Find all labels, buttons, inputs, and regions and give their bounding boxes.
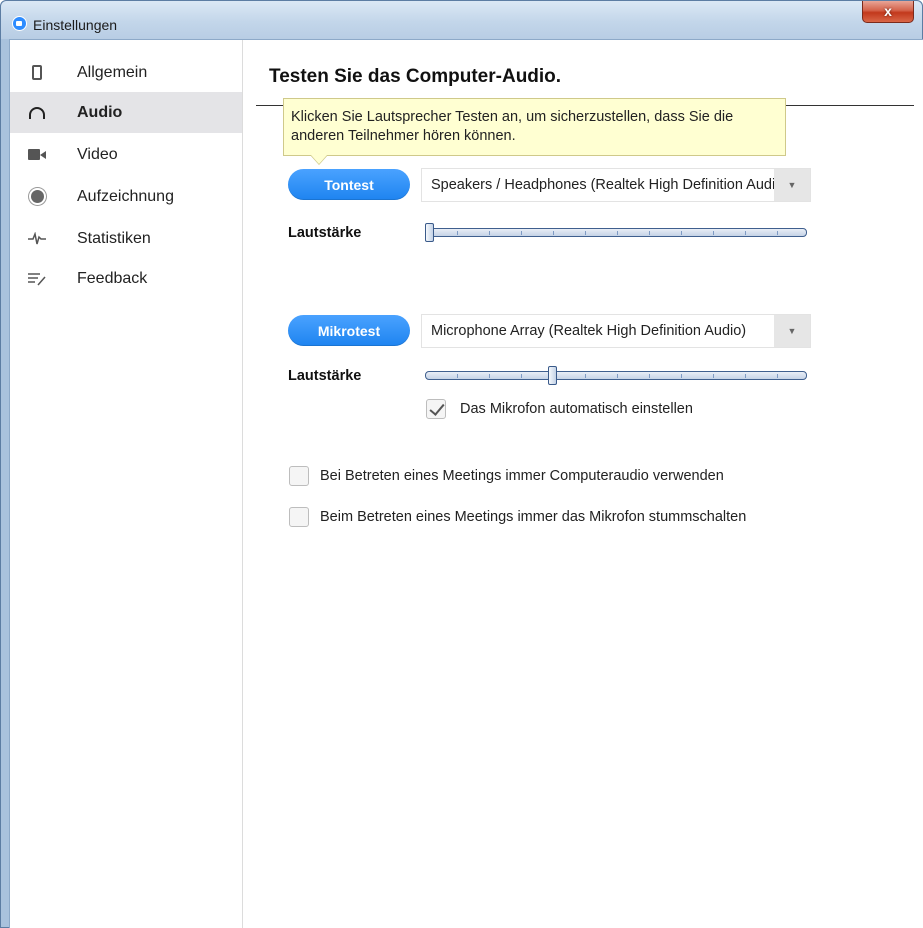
feedback-icon — [28, 270, 46, 288]
settings-window: Einstellungen x Allgemein Audio Video Au… — [0, 0, 923, 928]
speaker-test-tooltip: Klicken Sie Lautsprecher Testen an, um s… — [283, 98, 786, 156]
sidebar-item-aufzeichnung[interactable]: Aufzeichnung — [10, 176, 242, 217]
speaker-device-value: Speakers / Headphones (Realtek High Defi… — [431, 177, 776, 193]
phone-icon — [28, 64, 46, 82]
microphone-test-button[interactable]: Mikrotest — [288, 315, 410, 346]
sidebar-item-label: Aufzeichnung — [77, 187, 174, 205]
sidebar-item-audio[interactable]: Audio — [10, 92, 242, 133]
auto-adjust-mic-label: Das Mikrofon automatisch einstellen — [460, 401, 693, 417]
close-button[interactable]: x — [862, 1, 914, 23]
sidebar-item-feedback[interactable]: Feedback — [10, 258, 242, 299]
always-mute-mic-label: Beim Betreten eines Meetings immer das M… — [320, 509, 747, 525]
slider-ticks — [426, 374, 806, 378]
microphone-device-value: Microphone Array (Realtek High Definitio… — [431, 323, 747, 339]
sidebar-item-video[interactable]: Video — [10, 134, 242, 175]
sidebar-item-label: Video — [77, 145, 118, 163]
settings-sidebar: Allgemein Audio Video Aufzeichnung Stati… — [10, 40, 243, 928]
sidebar-item-label: Audio — [77, 103, 123, 121]
tooltip-pointer-fill — [311, 155, 327, 164]
video-camera-icon — [28, 146, 46, 164]
microphone-device-select[interactable]: Microphone Array (Realtek High Definitio… — [421, 314, 811, 348]
sidebar-item-allgemein[interactable]: Allgemein — [10, 52, 242, 93]
microphone-volume-label: Lautstärke — [288, 368, 362, 384]
always-computer-audio-checkbox[interactable] — [289, 466, 309, 486]
title-bar[interactable]: Einstellungen x — [1, 1, 922, 39]
sidebar-item-label: Statistiken — [77, 229, 151, 247]
sidebar-item-label: Feedback — [77, 269, 148, 287]
chevron-down-icon[interactable]: ▼ — [774, 169, 810, 201]
microphone-volume-slider[interactable] — [425, 371, 807, 380]
zoom-app-icon — [12, 16, 27, 31]
speaker-volume-slider[interactable] — [425, 228, 807, 237]
chevron-down-icon[interactable]: ▼ — [774, 315, 810, 347]
microphone-volume-thumb[interactable] — [548, 366, 558, 385]
window-title: Einstellungen — [33, 17, 118, 33]
speaker-volume-thumb[interactable] — [425, 223, 434, 242]
record-icon — [28, 188, 46, 206]
speaker-volume-label: Lautstärke — [288, 225, 362, 241]
speaker-test-button[interactable]: Tontest — [288, 169, 410, 200]
sidebar-item-label: Allgemein — [77, 63, 148, 81]
always-mute-mic-checkbox[interactable] — [289, 507, 309, 527]
pulse-icon — [28, 230, 46, 248]
page-title: Testen Sie das Computer-Audio. — [269, 66, 562, 87]
slider-ticks — [426, 231, 806, 235]
sidebar-item-statistiken[interactable]: Statistiken — [10, 218, 242, 259]
headphones-icon — [28, 104, 46, 122]
always-computer-audio-label: Bei Betreten eines Meetings immer Comput… — [320, 468, 724, 484]
auto-adjust-mic-checkbox[interactable] — [426, 399, 446, 419]
speaker-device-select[interactable]: Speakers / Headphones (Realtek High Defi… — [421, 168, 811, 202]
